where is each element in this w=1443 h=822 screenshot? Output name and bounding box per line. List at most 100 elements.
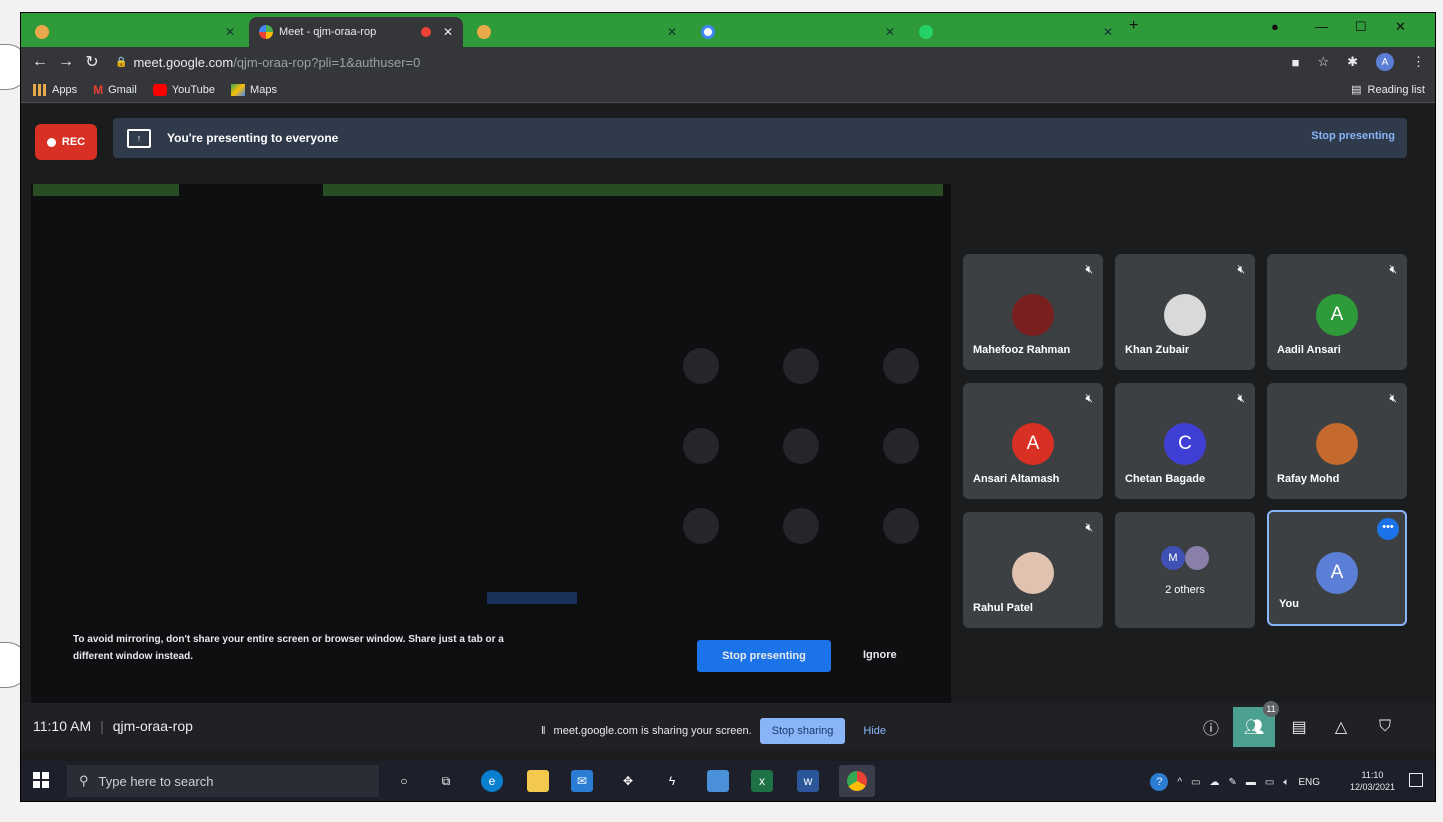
chevron-up-icon[interactable]: ^: [1177, 777, 1182, 788]
meeting-clock: 11:10 AM | qjm-oraa-rop: [33, 718, 193, 734]
self-tile[interactable]: ••• A You: [1267, 510, 1407, 626]
avatar: [1012, 552, 1054, 594]
maximize-icon[interactable]: ☐: [1355, 19, 1367, 35]
browser-tab[interactable]: ✕: [909, 17, 1123, 47]
meeting-code: qjm-oraa-rop: [112, 718, 193, 734]
search-icon: ⚲: [79, 773, 89, 788]
menu-kebab-icon[interactable]: ⋮: [1412, 54, 1425, 70]
stop-presenting-link[interactable]: Stop presenting: [1311, 130, 1395, 142]
windows-start-icon[interactable]: [33, 772, 49, 788]
bookmark-star-icon[interactable]: ☆: [1317, 54, 1329, 70]
participant-tile[interactable]: 🔇︎ A Aadil Ansari: [1267, 254, 1407, 370]
forward-arrow-icon[interactable]: →: [53, 53, 79, 71]
meeting-info-icon[interactable]: ⓘ: [1197, 713, 1225, 741]
address-bar: ← → ↻ 🔒 meet.google.com/qjm-oraa-rop?pli…: [21, 47, 1435, 77]
participant-tile[interactable]: 🔇︎ Khan Zubair: [1115, 254, 1255, 370]
battery-icon[interactable]: ▬: [1246, 777, 1256, 788]
recording-dot-icon: [420, 27, 431, 37]
activities-icon[interactable]: △: [1327, 713, 1355, 741]
stop-sharing-button[interactable]: Stop sharing: [759, 718, 846, 744]
participant-tile[interactable]: 🔇︎ Rahul Patel: [963, 512, 1103, 628]
new-tab-button[interactable]: +: [1129, 17, 1138, 35]
hide-button[interactable]: Hide: [863, 725, 886, 737]
bookmark-youtube[interactable]: YouTube: [152, 83, 215, 96]
word-icon[interactable]: w: [797, 770, 819, 792]
taskbar-clock[interactable]: 11:10 12/03/2021: [1350, 769, 1395, 793]
cortana-icon[interactable]: ○: [393, 770, 415, 792]
display-icon[interactable]: ▭: [1265, 777, 1274, 788]
help-icon[interactable]: ?: [1150, 773, 1169, 791]
mirror-artifact: [683, 508, 719, 544]
close-tab-icon[interactable]: ✕: [885, 25, 895, 39]
close-tab-icon[interactable]: ✕: [667, 25, 677, 39]
network-icon[interactable]: ▭: [1191, 777, 1200, 788]
participant-tile[interactable]: 🔇︎ C Chetan Bagade: [1115, 383, 1255, 499]
youtube-icon: [152, 83, 167, 96]
mirror-artifact: [783, 348, 819, 384]
mirroring-warning: To avoid mirroring, don't share your ent…: [73, 634, 504, 662]
lock-icon: 🔒: [115, 56, 128, 68]
people-count-badge: 11: [1263, 701, 1279, 717]
url-field[interactable]: 🔒 meet.google.com/qjm-oraa-rop?pli=1&aut…: [115, 55, 420, 70]
excel-icon[interactable]: x: [751, 770, 773, 792]
back-arrow-icon[interactable]: ←: [27, 53, 53, 71]
recording-badge: REC: [35, 124, 97, 160]
chrome-taskbar-button[interactable]: [839, 765, 875, 797]
whatsapp-favicon-icon: [919, 25, 933, 39]
bookmark-gmail[interactable]: M Gmail: [93, 83, 137, 97]
bookmark-apps[interactable]: Apps: [33, 83, 77, 96]
profile-avatar[interactable]: A: [1376, 53, 1394, 71]
participant-tile[interactable]: 🔇︎ Rafay Mohd: [1267, 383, 1407, 499]
mic-off-icon: 🔇︎: [1389, 391, 1397, 405]
cloud-icon[interactable]: ☁: [1209, 777, 1219, 788]
shared-screen-preview: [31, 184, 951, 704]
camera-icon[interactable]: ■: [1292, 55, 1300, 70]
edge-icon[interactable]: e: [481, 770, 503, 792]
bolt-app-icon[interactable]: ϟ: [661, 770, 683, 792]
close-tab-icon[interactable]: ✕: [225, 25, 235, 39]
mic-off-icon: 🔇︎: [1085, 391, 1093, 405]
file-explorer-icon[interactable]: [527, 770, 549, 792]
host-controls-icon[interactable]: ⛉: [1371, 713, 1399, 741]
avatar: M: [1161, 546, 1185, 570]
ignore-button[interactable]: Ignore: [863, 649, 897, 661]
close-tab-icon[interactable]: ✕: [1103, 25, 1113, 39]
mirror-artifact: [883, 348, 919, 384]
language-indicator[interactable]: ENG: [1298, 777, 1320, 788]
close-window-icon[interactable]: ✕: [1395, 19, 1406, 35]
tab-favicon-icon: [477, 25, 491, 39]
browser-tab-meet[interactable]: Meet - qjm-oraa-rop ✕: [249, 17, 463, 47]
notifications-icon[interactable]: [1409, 773, 1423, 787]
task-view-icon[interactable]: ⧉: [435, 770, 457, 792]
extensions-puzzle-icon[interactable]: ✱: [1347, 54, 1358, 70]
bookmark-maps[interactable]: Maps: [231, 83, 277, 96]
app-icon[interactable]: [707, 770, 729, 792]
browser-tab[interactable]: ✕: [25, 17, 245, 47]
mail-icon[interactable]: ✉: [571, 770, 593, 792]
taskbar-search-input[interactable]: ⚲ Type here to search: [67, 765, 379, 797]
pause-icon: ‖: [541, 725, 546, 737]
more-options-icon[interactable]: •••: [1377, 518, 1399, 540]
reading-list-button[interactable]: ▤ Reading list: [1351, 83, 1425, 97]
speaker-icon[interactable]: 🔈︎: [1283, 777, 1289, 788]
participant-tile[interactable]: 🔇︎ A Ansari Altamash: [963, 383, 1103, 499]
participant-tile[interactable]: 🔇︎ Mahefooz Rahman: [963, 254, 1103, 370]
browser-tab-bar: ✕ Meet - qjm-oraa-rop ✕ ✕ ✕ ✕ + ● — ☐ ✕: [21, 13, 1435, 47]
pen-icon[interactable]: ✎: [1228, 777, 1236, 788]
presenting-banner: ↑ You're presenting to everyone Stop pre…: [113, 118, 1407, 158]
meet-content: REC ↑ You're presenting to everyone Stop…: [21, 104, 1435, 764]
chat-icon[interactable]: ▤: [1285, 713, 1313, 741]
people-button[interactable]: 👥︎ 11: [1233, 701, 1279, 747]
browser-tab[interactable]: ✕: [691, 17, 905, 47]
reading-list-icon: ▤: [1351, 84, 1362, 96]
stop-presenting-button[interactable]: Stop presenting: [697, 640, 831, 672]
close-tab-icon[interactable]: ✕: [443, 25, 453, 39]
dropbox-icon[interactable]: ✥: [617, 770, 639, 792]
mirror-artifact: [323, 184, 943, 196]
browser-tab[interactable]: ✕: [467, 17, 687, 47]
mic-off-icon: 🔇︎: [1085, 262, 1093, 276]
minimize-icon[interactable]: —: [1315, 19, 1328, 34]
avatar: A: [1316, 294, 1358, 336]
others-tile[interactable]: M 2 others: [1115, 512, 1255, 628]
reload-icon[interactable]: ↻: [79, 52, 105, 72]
